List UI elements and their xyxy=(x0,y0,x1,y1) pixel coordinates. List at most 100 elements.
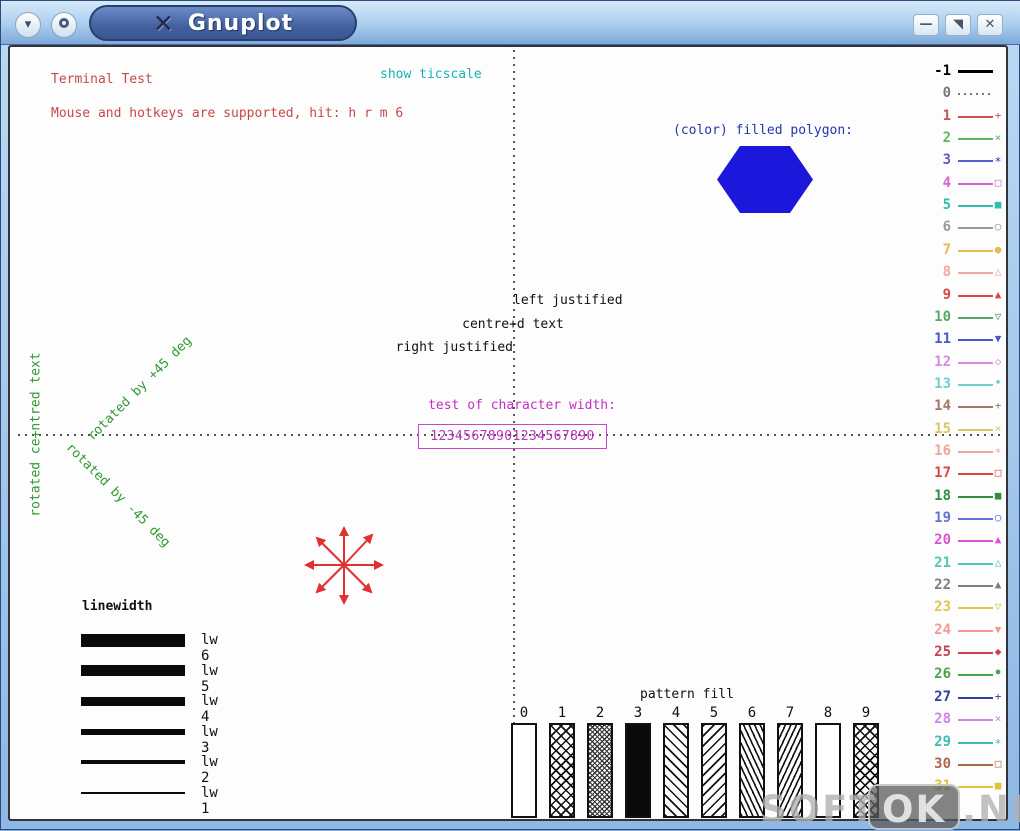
linewidth-label: lw 4 xyxy=(201,693,218,726)
legend-line-sample xyxy=(958,383,993,386)
legend-marker: ▲ xyxy=(994,578,1002,592)
legend-label: -1 xyxy=(934,63,951,79)
legend-marker: △ xyxy=(994,555,1002,569)
linewidth-label: lw 3 xyxy=(201,723,218,756)
legend-label: 15 xyxy=(934,420,951,437)
legend-marker: ● xyxy=(994,242,1002,256)
linewidth-label: lw 1 xyxy=(201,785,218,817)
legend-label: 26 xyxy=(934,666,951,683)
maximize-button[interactable]: ◥ xyxy=(945,14,971,36)
legend-label: 12 xyxy=(934,353,951,370)
legend-line-sample xyxy=(958,339,993,342)
pattern-bar xyxy=(587,723,613,818)
legend-line-sample xyxy=(958,361,993,364)
legend-label: 10 xyxy=(934,308,951,325)
show-ticscale-label: show ticscale xyxy=(380,67,482,82)
terminal-test-label: Terminal Test xyxy=(51,72,153,87)
legend-label: 7 xyxy=(942,241,951,258)
linewidth-label: lw 6 xyxy=(201,632,218,664)
legend-label: 21 xyxy=(934,554,951,571)
legend-line-sample xyxy=(958,741,993,744)
legend-line-sample xyxy=(958,316,993,319)
legend-line-sample xyxy=(958,406,993,409)
legend-label: 9 xyxy=(942,286,951,303)
pattern-bar-number: 6 xyxy=(747,705,757,721)
legend-marker: ∗ xyxy=(994,443,1002,457)
pattern-bar xyxy=(549,723,575,818)
legend-label: 25 xyxy=(934,644,951,661)
pattern-bar-number: 3 xyxy=(633,705,643,721)
legend-marker: × xyxy=(994,712,1002,726)
legend-marker: ▼ xyxy=(994,332,1002,346)
legend-line-sample xyxy=(958,249,993,252)
legend-label: 3 xyxy=(942,152,951,169)
legend-marker: ○ xyxy=(994,511,1002,524)
legend-label: 1 xyxy=(942,107,951,124)
rotated-plus45-text: rotated by +45 deg xyxy=(84,333,195,444)
close-button[interactable]: ✕ xyxy=(977,14,1003,36)
legend-line-sample xyxy=(958,138,993,141)
window-menu-button[interactable]: ▾ xyxy=(15,12,41,38)
legend-marker: ∗ xyxy=(994,153,1002,167)
legend-marker: ○ xyxy=(994,220,1002,234)
rotated-centred-text: rotated ce+ntred text xyxy=(28,352,44,517)
pattern-bar xyxy=(625,723,651,818)
pin-icon xyxy=(59,18,69,28)
filled-hexagon-polygon xyxy=(717,146,813,213)
plot-canvas[interactable]: Terminal Test Mouse and hotkeys are supp… xyxy=(8,45,1020,831)
legend-marker: + xyxy=(994,689,1002,703)
x11-logo-icon: ✕ xyxy=(152,8,174,38)
legend-label: 14 xyxy=(934,398,951,415)
pattern-bar xyxy=(663,723,689,818)
linewidth-title: linewidth xyxy=(82,599,153,614)
linewidth-bar xyxy=(81,696,185,706)
legend-label: 19 xyxy=(934,510,951,526)
legend-marker: × xyxy=(994,421,1002,435)
legend-marker: ■ xyxy=(994,198,1002,212)
legend-label: 13 xyxy=(934,375,951,392)
linewidth-bar xyxy=(81,760,185,765)
legend-marker: ◆ xyxy=(995,376,1001,386)
legend-label: 18 xyxy=(934,487,951,504)
legend-label: 23 xyxy=(934,599,951,616)
linewidth-bar xyxy=(81,792,185,794)
pattern-bar xyxy=(511,723,537,818)
legend-label: 20 xyxy=(934,532,951,549)
mouse-hint-label: Mouse and hotkeys are supported, hit: h … xyxy=(51,106,404,121)
legend-line-sample xyxy=(958,607,993,610)
legend-marker: ▽ xyxy=(994,600,1002,614)
pattern-bar-number: 0 xyxy=(519,705,529,721)
legend-marker: △ xyxy=(994,265,1002,279)
pattern-bar-number: 4 xyxy=(671,705,681,721)
char-width-box: 12345678901234567890 xyxy=(418,424,607,449)
gnuplot-window: ▾ ✕ Gnuplot — ◥ ✕ Terminal Test Mouse an… xyxy=(0,0,1020,831)
legend-line-sample xyxy=(958,70,993,73)
legend-line-sample xyxy=(958,294,993,297)
right-justified-text: right justified xyxy=(395,340,513,355)
linewidth-label: lw 5 xyxy=(201,662,218,695)
titlebar[interactable]: ▾ ✕ Gnuplot — ◥ ✕ xyxy=(1,1,1020,45)
legend-marker: ▼ xyxy=(994,622,1002,636)
pattern-bar-number: 9 xyxy=(861,705,871,721)
legend-marker: □ xyxy=(994,175,1002,189)
legend-marker: ◆ xyxy=(994,645,1002,659)
pin-button[interactable] xyxy=(51,12,77,38)
title-tab[interactable]: ✕ Gnuplot xyxy=(89,5,357,41)
linewidth-label: lw 2 xyxy=(201,754,218,787)
legend-label: 6 xyxy=(942,219,951,236)
legend-marker: × xyxy=(994,131,1002,145)
legend-line-sample xyxy=(958,585,993,588)
char-width-label: test of character width: xyxy=(428,398,616,413)
minimize-button[interactable]: — xyxy=(913,14,939,36)
legend-marker: ● xyxy=(995,667,1001,677)
watermark-part1: SOFT xyxy=(760,788,877,831)
legend-label: 11 xyxy=(934,331,951,348)
legend-line-sample xyxy=(958,696,993,699)
watermark-part3: .NET xyxy=(962,788,1020,831)
legend-label: 5 xyxy=(942,197,951,214)
legend-line-sample xyxy=(958,115,993,118)
pattern-bar-number: 8 xyxy=(823,705,833,721)
legend-line-sample xyxy=(958,182,993,185)
legend-marker: ▲ xyxy=(994,287,1002,301)
legend-line-sample xyxy=(958,629,993,632)
